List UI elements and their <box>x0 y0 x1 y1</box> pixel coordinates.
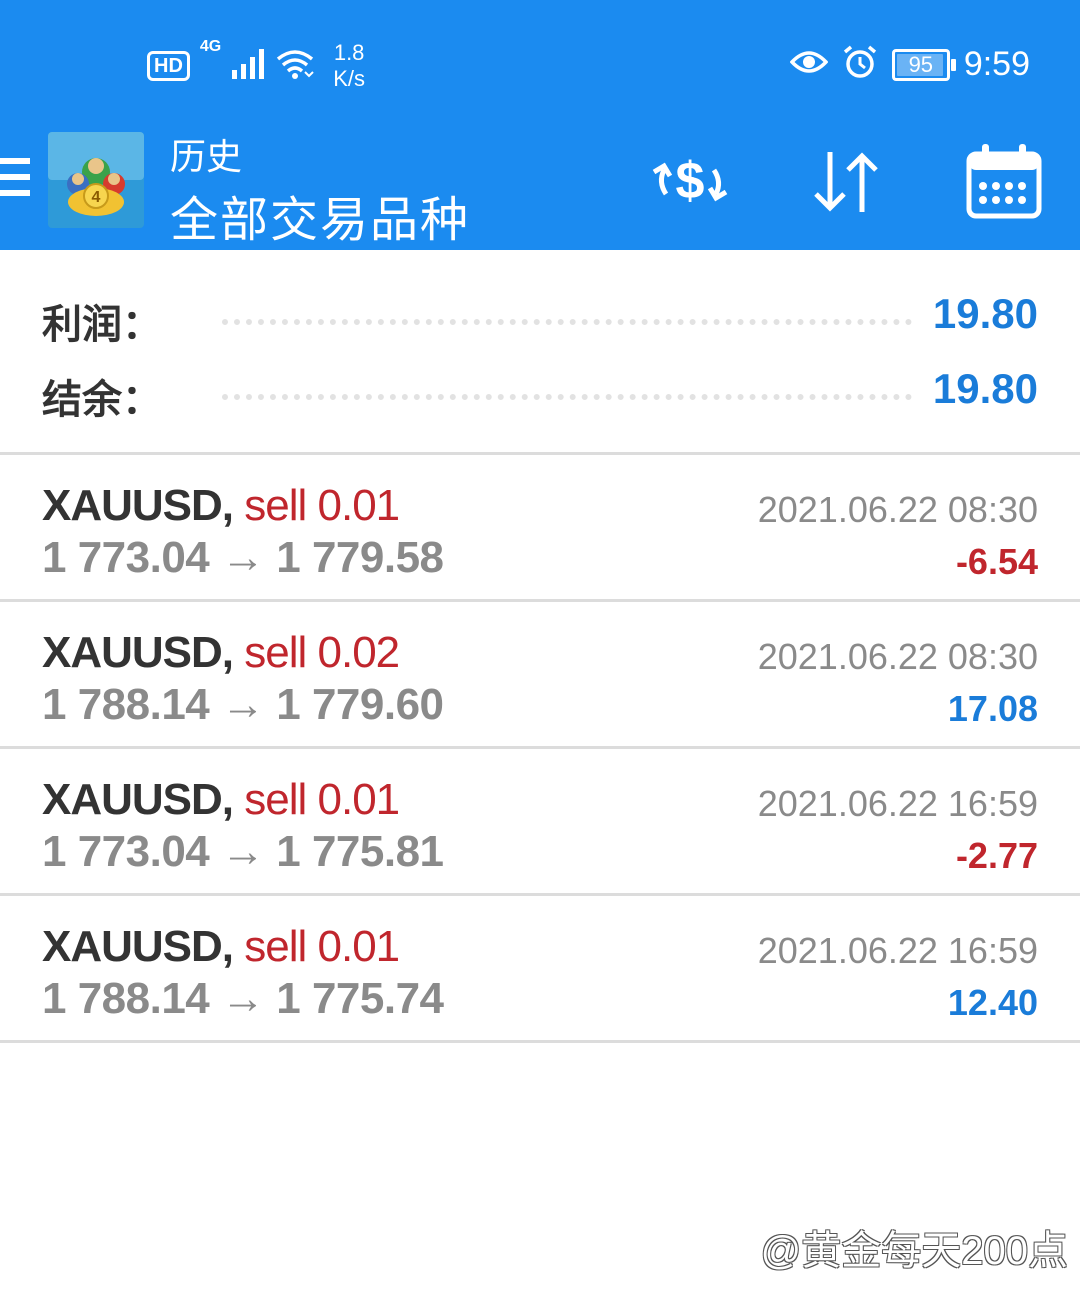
status-left: HD 4G 1.8 K/s <box>147 38 365 92</box>
deal-symbol: XAUUSD, <box>42 775 234 824</box>
dotted-leader <box>222 394 912 400</box>
deal-row[interactable]: XAUUSD, sell 0.01 1 773.04 → 1 779.58 2021… <box>0 455 1080 601</box>
deal-profit: -6.54 <box>955 541 1038 582</box>
close-price: 1 779.60 <box>276 680 444 729</box>
deal-prices: 1 773.04 → 1 779.58 <box>42 533 444 583</box>
divider <box>0 1040 1080 1043</box>
app-logo: 4 <box>48 132 144 228</box>
close-price: 1 775.81 <box>276 827 444 876</box>
dotted-leader <box>222 319 912 325</box>
hd-badge: HD <box>147 51 190 81</box>
app-toolbar: 4 历史 全部交易品种 $ <box>0 120 1080 250</box>
deal-profit: 12.40 <box>947 982 1038 1023</box>
toolbar-title[interactable]: 全部交易品种 <box>170 180 470 250</box>
arrow-icon: → <box>221 974 265 1023</box>
deal-profit: -2.77 <box>955 835 1038 876</box>
close-price: 1 779.58 <box>276 533 444 582</box>
speed-value: 1.8 <box>333 40 365 65</box>
network-speed: 1.8 K/s <box>333 40 365 92</box>
deal-title: XAUUSD, sell 0.01 <box>42 922 400 972</box>
deal-profit: 17.08 <box>947 688 1038 729</box>
deal-time: 2021.06.22 16:59 <box>757 783 1038 824</box>
signal-icon <box>231 48 265 85</box>
alarm-icon <box>842 44 878 85</box>
network-type: 4G <box>199 38 222 55</box>
close-price: 1 775.74 <box>276 974 444 1023</box>
profit-value: 19.80 <box>932 290 1038 337</box>
balance-label: 结余： <box>42 378 162 422</box>
battery-icon: 95 <box>891 48 956 81</box>
summary-panel: 利润： 19.80 结余： 19.80 <box>0 252 1080 452</box>
profit-label: 利润： <box>42 303 162 347</box>
balance-row: 结余： 19.80 <box>0 357 1080 427</box>
balance-value: 19.80 <box>932 365 1038 412</box>
deal-prices: 1 788.14 → 1 775.74 <box>42 974 444 1024</box>
battery-level: 95 <box>908 51 934 77</box>
calendar-icon[interactable] <box>964 142 1044 222</box>
status-bar: HD 4G 1.8 K/s 95 9:59 <box>0 0 1080 120</box>
deal-row[interactable]: XAUUSD, sell 0.02 1 788.14 → 1 779.60 2021… <box>0 602 1080 748</box>
profit-row: 利润： 19.80 <box>0 282 1080 352</box>
svg-text:$: $ <box>676 152 705 210</box>
deal-prices: 1 788.14 → 1 779.60 <box>42 680 444 730</box>
deal-time: 2021.06.22 08:30 <box>757 636 1038 677</box>
open-price: 1 788.14 <box>42 680 210 729</box>
watermark: @黄金每天200点 <box>760 1229 1068 1273</box>
speed-unit: K/s <box>333 66 366 91</box>
toolbar-subtitle: 历史 <box>170 136 243 177</box>
svg-text:4: 4 <box>92 189 101 206</box>
deal-symbol: XAUUSD, <box>42 922 234 971</box>
dollar-exchange-icon[interactable]: $ <box>650 142 730 222</box>
deal-side: sell 0.01 <box>244 775 400 824</box>
deal-side: sell 0.02 <box>244 628 400 677</box>
deal-symbol: XAUUSD, <box>42 628 234 677</box>
sort-icon[interactable] <box>806 142 886 222</box>
deal-title: XAUUSD, sell 0.01 <box>42 775 400 825</box>
arrow-icon: → <box>221 533 265 582</box>
open-price: 1 773.04 <box>42 533 210 582</box>
wifi-icon <box>275 48 315 85</box>
deal-side: sell 0.01 <box>244 481 400 530</box>
deal-time: 2021.06.22 08:30 <box>757 489 1038 530</box>
deal-title: XAUUSD, sell 0.02 <box>42 628 400 678</box>
deal-side: sell 0.01 <box>244 922 400 971</box>
deal-row[interactable]: XAUUSD, sell 0.01 1 788.14 → 1 775.74 2021… <box>0 896 1080 1042</box>
deal-symbol: XAUUSD, <box>42 481 234 530</box>
clock: 9:59 <box>963 45 1030 83</box>
open-price: 1 773.04 <box>42 827 210 876</box>
status-right: 95 9:59 <box>789 44 1030 85</box>
deal-time: 2021.06.22 16:59 <box>757 930 1038 971</box>
menu-icon[interactable] <box>0 158 30 204</box>
deal-row[interactable]: XAUUSD, sell 0.01 1 773.04 → 1 775.81 2021… <box>0 749 1080 895</box>
eye-icon <box>789 48 829 81</box>
deal-prices: 1 773.04 → 1 775.81 <box>42 827 444 877</box>
arrow-icon: → <box>221 680 265 729</box>
open-price: 1 788.14 <box>42 974 210 1023</box>
deal-title: XAUUSD, sell 0.01 <box>42 481 400 531</box>
arrow-icon: → <box>221 827 265 876</box>
